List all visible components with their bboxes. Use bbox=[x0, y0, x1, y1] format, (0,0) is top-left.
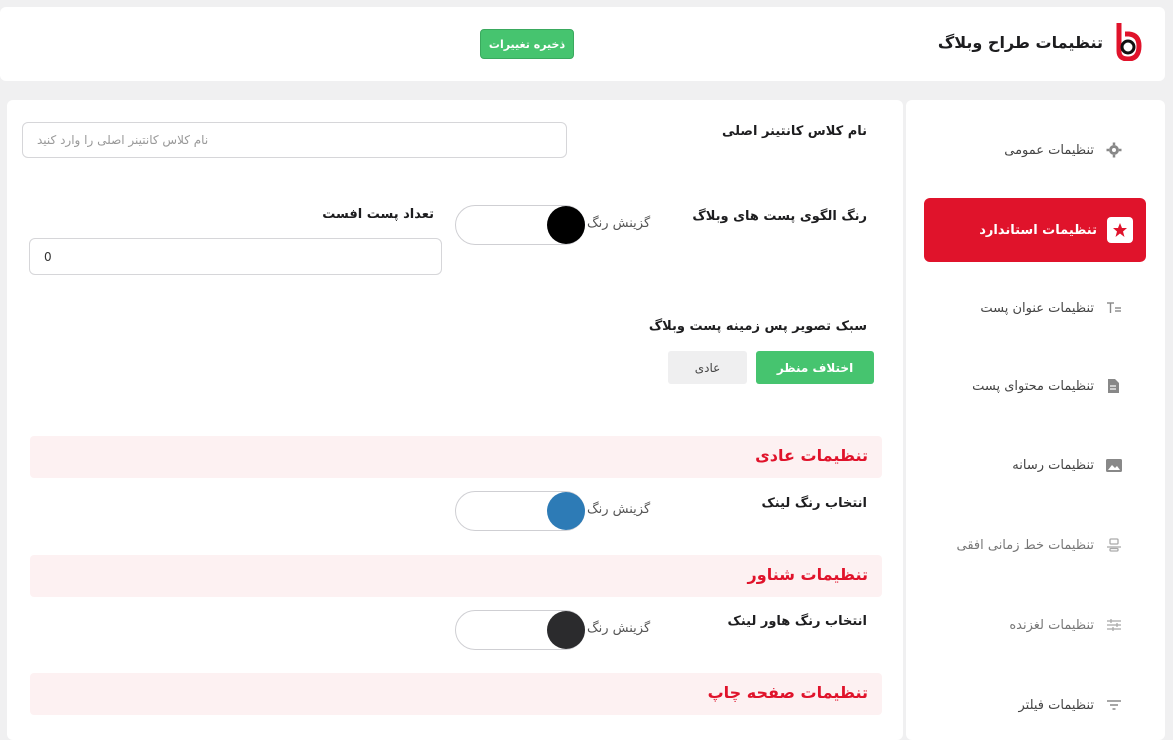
color-picker-label: گزینش رنگ bbox=[587, 216, 651, 231]
sidebar-item-label: تنظیمات فیلتر bbox=[1018, 697, 1094, 713]
link-color-label: انتخاب رنگ لینک bbox=[761, 496, 868, 511]
sidebar-item-label: تنظیمات خط زمانی افقی bbox=[956, 537, 1094, 553]
offset-label: تعداد پست افست bbox=[322, 207, 434, 222]
section-title: تنظیمات صفحه چاپ bbox=[707, 683, 868, 702]
page-title: تنظیمات طراح وبلاگ bbox=[937, 33, 1103, 52]
color-picker-label: گزینش رنگ bbox=[587, 621, 651, 636]
settings-panel: نام کلاس کانتینر اصلی نام کلاس کانتینر ا… bbox=[7, 100, 903, 740]
color-picker-label: گزینش رنگ bbox=[587, 502, 651, 517]
normal-option-button[interactable]: عادی bbox=[668, 351, 747, 384]
sidebar-item-filter[interactable]: تنظیمات فیلتر bbox=[924, 673, 1146, 737]
sidebar-item-label: تنظیمات رسانه bbox=[1012, 457, 1094, 473]
sidebar-item-media[interactable]: تنظیمات رسانه bbox=[924, 433, 1146, 497]
save-button[interactable]: ذخیره تغییرات bbox=[480, 29, 574, 59]
sidebar-item-post-title[interactable]: تنظیمات عنوان پست bbox=[924, 276, 1146, 340]
hover-color-swatch[interactable] bbox=[547, 611, 585, 649]
filter-icon bbox=[1104, 695, 1124, 715]
sliders-icon bbox=[1104, 615, 1124, 635]
sidebar-item-label: تنظیمات لغزنده bbox=[1009, 617, 1094, 633]
timeline-icon bbox=[1104, 535, 1124, 555]
sidebar-item-standard[interactable]: تنظیمات استاندارد bbox=[924, 198, 1146, 262]
link-color-swatch[interactable] bbox=[547, 492, 585, 530]
settings-sidebar: تنظیمات عمومی تنظیمات استاندارد تنظیمات … bbox=[906, 100, 1165, 740]
top-header: تنظیمات طراح وبلاگ ذخیره تغییرات bbox=[0, 7, 1165, 81]
sidebar-item-label: تنظیمات عمومی bbox=[1004, 142, 1094, 158]
post-color-picker[interactable]: گزینش رنگ bbox=[455, 205, 655, 245]
text-title-icon bbox=[1104, 298, 1124, 318]
sidebar-item-label: تنظیمات استاندارد bbox=[979, 222, 1097, 238]
sidebar-item-post-content[interactable]: تنظیمات محتوای پست bbox=[924, 354, 1146, 418]
document-add-icon bbox=[1104, 376, 1124, 396]
post-color-swatch[interactable] bbox=[547, 206, 585, 244]
section-print: تنظیمات صفحه چاپ bbox=[30, 673, 882, 715]
container-class-input[interactable]: نام کلاس کانتینر اصلی را وارد کنید bbox=[22, 122, 567, 158]
parallax-option-button[interactable]: اختلاف منظر bbox=[756, 351, 874, 384]
hover-color-label: انتخاب رنگ هاور لینک bbox=[727, 614, 867, 629]
sidebar-item-label: تنظیمات محتوای پست bbox=[972, 378, 1094, 394]
hover-color-picker[interactable]: گزینش رنگ bbox=[455, 610, 655, 650]
image-gallery-icon bbox=[1104, 455, 1124, 475]
section-title: تنظیمات شناور bbox=[747, 565, 868, 584]
brand-logo-icon bbox=[1116, 23, 1142, 61]
sidebar-item-horizontal-timeline[interactable]: تنظیمات خط زمانی افقی bbox=[924, 513, 1146, 577]
gear-icon bbox=[1104, 140, 1124, 160]
sidebar-item-label: تنظیمات عنوان پست bbox=[980, 300, 1094, 316]
link-color-picker[interactable]: گزینش رنگ bbox=[455, 491, 655, 531]
post-color-label: رنگ الگوی پست های وبلاگ bbox=[692, 209, 867, 224]
section-normal: تنظیمات عادی bbox=[30, 436, 882, 478]
bg-style-label: سبک تصویر پس زمینه پست وبلاگ bbox=[648, 319, 867, 334]
sidebar-item-slider[interactable]: تنظیمات لغزنده bbox=[924, 593, 1146, 657]
star-badge-icon bbox=[1107, 217, 1133, 243]
section-hover: تنظیمات شناور bbox=[30, 555, 882, 597]
offset-input[interactable]: 0 bbox=[29, 238, 442, 275]
section-title: تنظیمات عادی bbox=[755, 446, 868, 465]
sidebar-item-general[interactable]: تنظیمات عمومی bbox=[924, 118, 1146, 182]
container-class-label: نام کلاس کانتینر اصلی bbox=[721, 124, 867, 139]
